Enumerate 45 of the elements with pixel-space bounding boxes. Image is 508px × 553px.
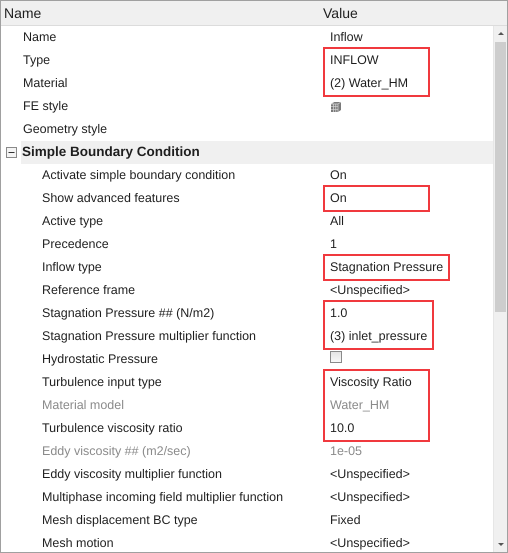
property-value[interactable]: <Unspecified> [330, 467, 410, 482]
property-value[interactable]: Fixed [330, 513, 361, 528]
property-value[interactable]: (2) Water_HM [330, 76, 408, 90]
column-header: Value [323, 4, 358, 22]
property-value[interactable]: INFLOW [330, 53, 379, 68]
property-value[interactable]: 10.0 [330, 421, 354, 436]
property-value[interactable]: Stagnation Pressure [330, 260, 444, 274]
property-name: Precedence [42, 237, 109, 252]
property-value[interactable]: <Unspecified> [330, 490, 410, 504]
property-name: Activate simple boundary condition [42, 168, 236, 182]
property-name: Stagnation Pressure ## (N/m2) [42, 306, 214, 320]
property-name: Eddy viscosity ## (m2/sec) [42, 444, 191, 458]
property-name: Stagnation Pressure multiplier function [42, 329, 256, 344]
property-name: Material [23, 76, 68, 90]
property-name: FE style [23, 99, 68, 114]
property-name: Geometry style [23, 122, 108, 136]
property-value[interactable]: All [330, 214, 344, 228]
checkbox[interactable] [330, 351, 342, 364]
group-header[interactable]: Simple Boundary Condition [21, 141, 493, 164]
property-name: Mesh displacement BC type [42, 513, 198, 528]
property-value[interactable]: On [330, 168, 347, 182]
property-name: Type [23, 53, 50, 68]
property-name: Hydrostatic Pressure [42, 352, 158, 366]
property-name: Material model [42, 398, 124, 412]
property-value[interactable]: Inflow [330, 30, 363, 44]
property-name: Turbulence viscosity ratio [42, 421, 183, 436]
column-header: Name [3, 4, 42, 22]
cube-mesh-icon[interactable] [330, 100, 342, 113]
property-name: Multiphase incoming field multiplier function [42, 490, 284, 504]
property-name: Eddy viscosity multiplier function [42, 467, 222, 482]
property-value[interactable]: (3) inlet_pressure [330, 329, 428, 344]
property-value[interactable]: <Unspecified> [330, 283, 410, 298]
property-value[interactable]: Viscosity Ratio [330, 375, 412, 390]
collapse-icon[interactable] [6, 147, 17, 158]
property-value[interactable]: On [330, 191, 347, 206]
property-value[interactable]: <Unspecified> [330, 536, 410, 550]
property-value[interactable]: 1.0 [330, 306, 348, 320]
property-name: Mesh motion [42, 536, 114, 550]
property-value[interactable]: 1 [330, 237, 337, 252]
property-name: Reference frame [42, 283, 136, 298]
property-name: Active type [42, 214, 104, 228]
property-name: Turbulence input type [42, 375, 162, 390]
property-name: Name [23, 30, 56, 44]
property-name: Inflow type [42, 260, 102, 274]
property-name: Show advanced features [42, 191, 180, 206]
